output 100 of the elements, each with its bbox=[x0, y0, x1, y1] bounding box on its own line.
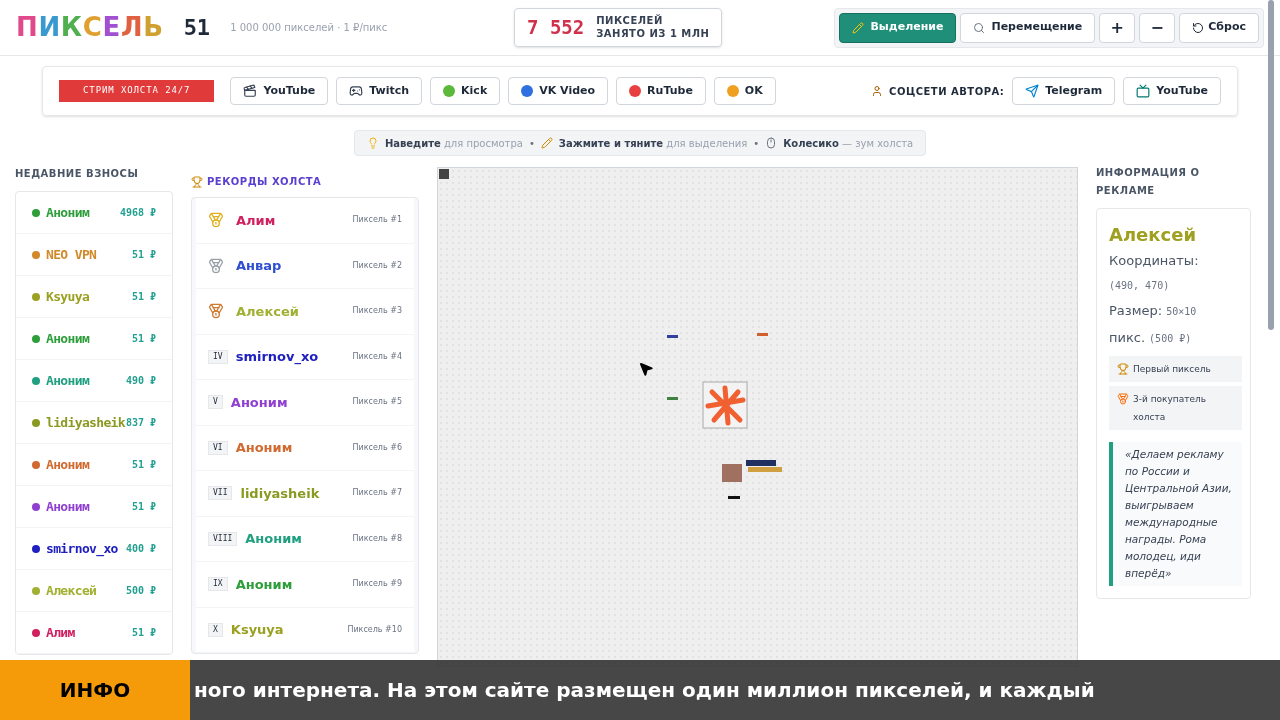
medal-icon bbox=[208, 303, 224, 320]
hint-separator: • bbox=[528, 136, 535, 151]
stream-link[interactable]: RuTube bbox=[616, 77, 706, 105]
pixel-label: Пиксель #8 bbox=[352, 532, 402, 545]
donation-amount: 51 ₽ bbox=[131, 500, 156, 514]
hint-text: Зажмите и тяните для выделения bbox=[558, 136, 748, 151]
record-name: Ksyuya bbox=[230, 621, 284, 639]
pencil-icon bbox=[540, 137, 553, 149]
size-unit: пикс. bbox=[1109, 329, 1146, 347]
photo-placeholder bbox=[722, 464, 742, 482]
record-row[interactable]: IX Аноним Пиксель #9 bbox=[196, 562, 414, 608]
stream-link[interactable]: Kick bbox=[430, 77, 501, 105]
record-name: lidiyasheik bbox=[240, 484, 320, 503]
pixel-block bbox=[667, 397, 678, 400]
medal-icon bbox=[208, 212, 224, 229]
trophy-icon bbox=[191, 175, 203, 188]
record-row[interactable]: Алексей Пиксель #3 bbox=[196, 289, 414, 335]
medal-icon bbox=[208, 257, 224, 274]
donor-name: Алексей bbox=[46, 581, 97, 600]
recent-row[interactable]: Аноним 51 ₽ bbox=[16, 444, 172, 486]
clapperboard-icon bbox=[243, 84, 258, 98]
avatar-icon bbox=[871, 85, 884, 97]
stream-link[interactable]: Twitch bbox=[336, 77, 423, 105]
stream-link[interactable]: OK bbox=[713, 77, 776, 105]
zoom-in-button[interactable]: + bbox=[1099, 12, 1136, 43]
record-name: smirnov_xo bbox=[235, 348, 319, 367]
donation-amount: 490 ₽ bbox=[125, 374, 156, 388]
gamepad-icon bbox=[349, 84, 364, 98]
pixel-label: Пиксель #2 bbox=[352, 259, 402, 272]
badge-text: 3-й покупатель холста bbox=[1133, 393, 1208, 424]
pixel-label: Пиксель #1 bbox=[352, 214, 402, 227]
pixel-label: Пиксель #7 bbox=[352, 487, 402, 500]
lightbulb-icon bbox=[366, 137, 379, 149]
record-row[interactable]: VII lidiyasheik Пиксель #7 bbox=[196, 471, 414, 517]
donation-amount: 837 ₽ bbox=[125, 416, 156, 430]
donor-name: Алим bbox=[46, 623, 75, 642]
rank-label: IX bbox=[208, 577, 228, 592]
section-title: НЕДАВНИЕ ВЗНОСЫ bbox=[15, 167, 140, 181]
author-link[interactable]: YouTube bbox=[1123, 77, 1221, 105]
recent-row[interactable]: Аноним 51 ₽ bbox=[16, 486, 172, 528]
hint-separator: • bbox=[753, 136, 760, 151]
author-label: СОЦСЕТИ АВТОРА: bbox=[889, 84, 1005, 99]
rank-label: VIII bbox=[208, 531, 238, 546]
record-row[interactable]: Алим Пиксель #1 bbox=[196, 198, 414, 244]
donor-name: Аноним bbox=[46, 203, 90, 222]
stream-link[interactable]: YouTube bbox=[230, 77, 329, 105]
recent-row[interactable]: Алим 51 ₽ bbox=[16, 612, 172, 654]
section-title: РЕКОРДЫ ХОЛСТА bbox=[207, 175, 322, 189]
pixel-block bbox=[728, 496, 740, 499]
medal-icon bbox=[1117, 393, 1129, 405]
zoom-out-button[interactable]: − bbox=[1139, 12, 1176, 43]
tv-icon bbox=[1136, 84, 1151, 98]
recent-row[interactable]: smirnov_xo 400 ₽ bbox=[16, 528, 172, 570]
pixel-label: Пиксель #4 bbox=[352, 350, 402, 363]
splat-image bbox=[702, 381, 748, 429]
reset-icon bbox=[1192, 21, 1205, 34]
record-row[interactable]: VI Аноним Пиксель #6 bbox=[196, 425, 414, 471]
pixel-label: Пиксель #5 bbox=[352, 396, 402, 409]
pixel-block bbox=[757, 333, 768, 336]
rank-label: X bbox=[208, 622, 223, 637]
donor-name: Ksyuya bbox=[46, 287, 90, 306]
author-link[interactable]: Telegram bbox=[1012, 77, 1116, 105]
record-name: Аноним bbox=[235, 439, 293, 457]
donation-amount: 51 ₽ bbox=[131, 458, 156, 472]
hint-text: Наведите для просмотра bbox=[384, 136, 523, 151]
donation-amount: 51 ₽ bbox=[131, 626, 156, 640]
rank-label: VII bbox=[208, 486, 233, 501]
counter-label: ПИКСЕЛЕЙ bbox=[596, 15, 664, 28]
donor-name: Аноним bbox=[46, 371, 90, 390]
pixel-label: Пиксель #6 bbox=[352, 441, 402, 454]
mouse-icon bbox=[765, 137, 778, 149]
section-title: ИНФОРМАЦИЯ О РЕКЛАМЕ bbox=[1096, 166, 1201, 198]
counter-value: 7 552 bbox=[527, 15, 585, 41]
record-row[interactable]: IV smirnov_xo Пиксель #4 bbox=[196, 334, 414, 380]
coords-label: Координаты: bbox=[1109, 252, 1200, 270]
size-value: 50×10 bbox=[1166, 305, 1197, 319]
counter-label: ЗАНЯТО ИЗ 1 МЛН bbox=[596, 27, 710, 40]
coords-value: (490, 470) bbox=[1109, 279, 1171, 293]
donor-name: Аноним bbox=[46, 455, 90, 474]
cursor-icon bbox=[638, 361, 654, 377]
record-row[interactable]: X Ksyuya Пиксель #10 bbox=[196, 607, 414, 653]
record-row[interactable]: V Аноним Пиксель #5 bbox=[196, 380, 414, 426]
subtitle: 1 000 000 пикселей · 1 ₽/пикс bbox=[230, 21, 388, 35]
ad-quote: «Делаем рекламу по России и Центральной Азии, выигрываем международные награды. Рома молодец, иди вперёд» bbox=[1109, 442, 1242, 586]
record-name: Аноним bbox=[230, 393, 288, 412]
ad-name: Алексей bbox=[1109, 223, 1198, 247]
donation-amount: 51 ₽ bbox=[131, 290, 156, 304]
reset-button[interactable]: Сброс bbox=[1179, 12, 1259, 43]
mode-button[interactable]: Перемещение bbox=[960, 12, 1096, 43]
donor-name: Аноним bbox=[46, 497, 90, 516]
mode-button[interactable]: Выделение bbox=[839, 12, 957, 43]
stream-link[interactable]: VK Video bbox=[508, 77, 609, 105]
record-row[interactable]: Анвар Пиксель #2 bbox=[196, 243, 414, 289]
donor-name: smirnov_xo bbox=[46, 539, 118, 559]
stream-badge: СТРИМ ХОЛСТА 24/7 bbox=[59, 80, 215, 102]
donor-name: lidiyasheik bbox=[46, 413, 125, 432]
size-label: Размер: bbox=[1109, 302, 1163, 320]
donation-amount: 51 ₽ bbox=[131, 248, 156, 262]
record-row[interactable]: VIII Аноним Пиксель #8 bbox=[196, 516, 414, 562]
rank-label: VI bbox=[208, 440, 228, 455]
